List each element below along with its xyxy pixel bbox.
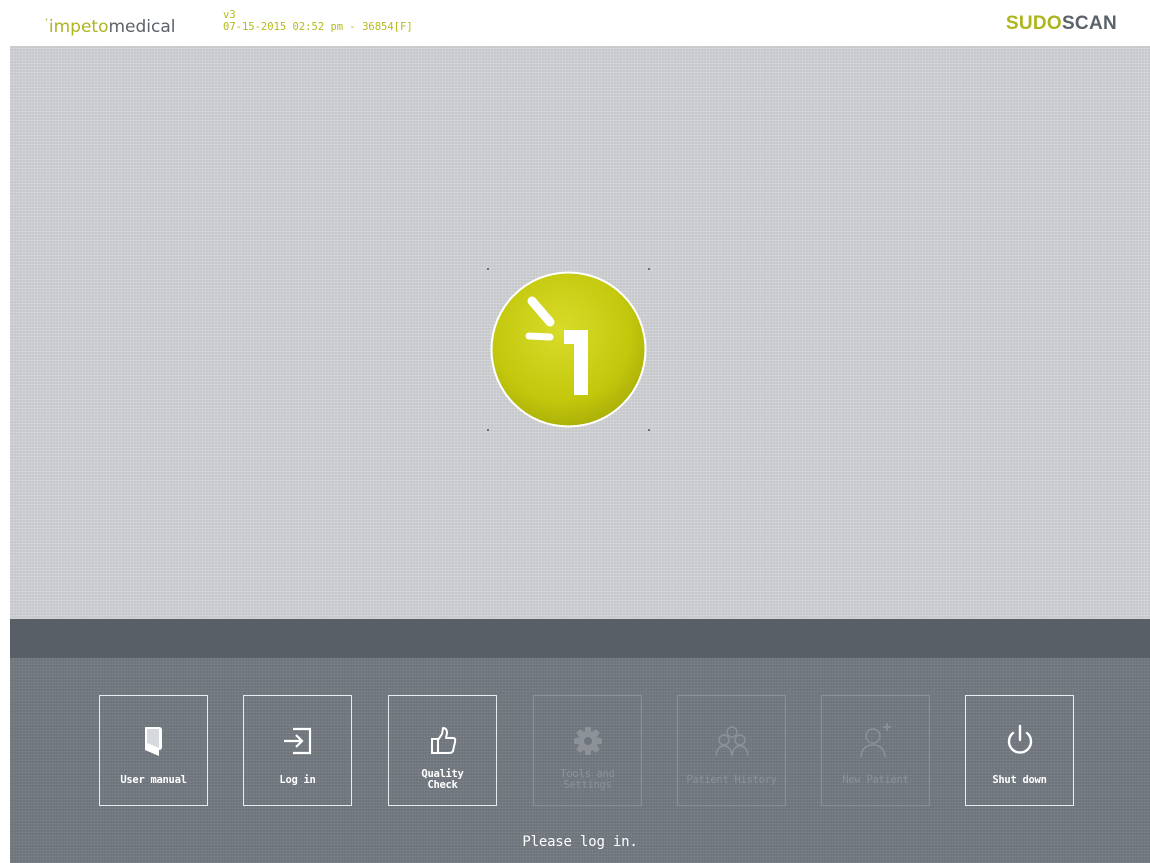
product-name-scan: SCAN [1061,13,1117,34]
impeto-i-logo-icon [487,268,650,431]
status-message: Please log in. [522,834,638,850]
quality-check-button[interactable]: Quality Check [388,695,497,806]
quality-check-label: Quality Check [421,768,464,791]
left-margin [0,46,10,863]
user-manual-button[interactable]: User manual [99,695,208,806]
login-icon [283,727,311,755]
shut-down-button[interactable]: Shut down [965,695,1074,806]
version-info: v3 07-15-2015 02:52 pm - 36854[F] [223,9,413,33]
impeto-medical-logo: ʼimpetomedical [45,13,176,37]
patient-history-button[interactable]: Patient History [677,695,786,806]
corner-marker [648,429,650,431]
version-label: v3 [223,9,236,21]
thumbs-up-icon [430,727,456,754]
impeto-logo-graphic [490,271,647,428]
patients-icon [714,726,749,757]
power-icon [1007,724,1032,754]
shut-down-label: Shut down [992,773,1047,786]
bottom-toolbar: User manual Log in Quality Check Tools a… [10,658,1150,863]
corner-marker [487,268,489,270]
tools-and-settings-label: Tools and Settings [560,768,615,791]
gear-icon [573,727,602,755]
patient-history-label: Patient History [686,773,777,786]
product-name-sudo: SUDO [1005,13,1062,34]
new-patient-label: New Patient [842,773,909,786]
separator-bar [10,619,1150,658]
brand-name-medical: medical [108,17,176,37]
brand-name-impeto: impeto [48,17,109,37]
add-patient-icon [859,723,891,758]
build-info: 07-15-2015 02:52 pm - 36854[F] [223,21,413,33]
corner-marker [487,429,489,431]
brand-mark: ʼ [45,18,48,28]
tools-and-settings-button[interactable]: Tools and Settings [533,695,642,806]
sudoscan-logo: SUDOSCAN [1006,13,1117,35]
corner-marker [648,268,650,270]
main-canvas [10,46,1150,619]
new-patient-button[interactable]: New Patient [821,695,930,806]
book-icon [144,727,162,756]
log-in-label: Log in [279,773,316,786]
user-manual-label: User manual [120,773,187,786]
log-in-button[interactable]: Log in [243,695,352,806]
app-header: ʼimpetomedical v3 07-15-2015 02:52 pm - … [0,0,1150,46]
